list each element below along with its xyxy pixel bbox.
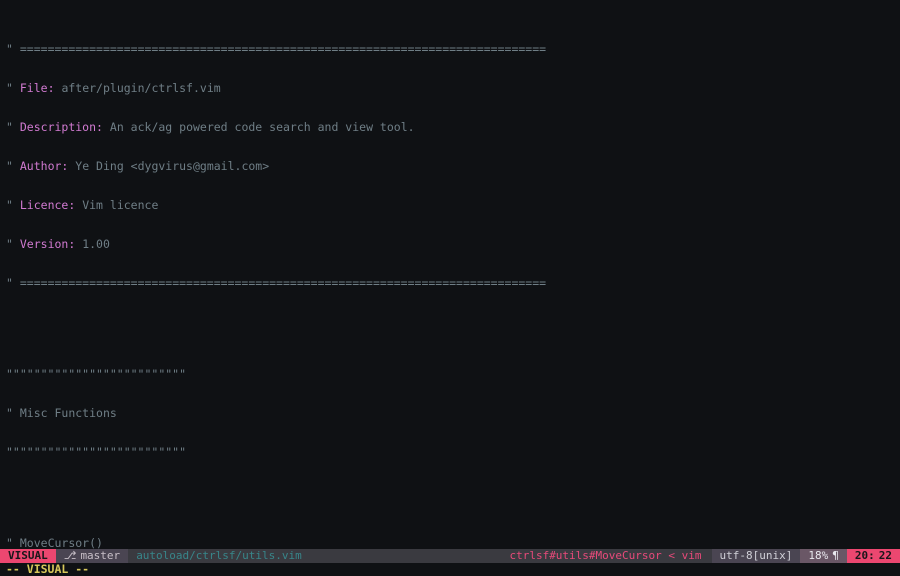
status-encoding: utf-8[unix] <box>712 549 801 563</box>
branch-icon: ⎇ <box>64 549 77 563</box>
section-rule-bottom: """""""""""""""""""""""""" <box>6 445 186 459</box>
vim-cmdline[interactable]: -- VISUAL -- <box>0 563 900 576</box>
code-area[interactable]: " ======================================… <box>6 4 900 546</box>
comment-quote: " <box>6 406 13 420</box>
section-rule-top: """""""""""""""""""""""""" <box>6 367 186 381</box>
comment-quote: " <box>6 536 13 550</box>
status-percent-value: 18% <box>808 549 828 563</box>
comment-quote: " <box>6 276 13 290</box>
status-branch: ⎇master <box>56 549 128 563</box>
header-licence-value: Vim licence <box>82 198 158 212</box>
comment-quote: " <box>6 237 13 251</box>
vim-statusline: VISUAL ⎇master autoload/ctrlsf/utils.vim… <box>0 549 900 563</box>
section-misc-title: Misc Functions <box>20 406 117 420</box>
status-col: 22 <box>875 549 892 563</box>
comment-quote: " <box>6 81 13 95</box>
status-funcnav: ctrlsf#utils#MoveCursor < vim <box>499 549 711 563</box>
header-desc-value: An ack/ag powered code search and view t… <box>110 120 415 134</box>
header-author-value: Ye Ding <dygvirus@gmail.com> <box>75 159 269 173</box>
header-desc-label: Description: <box>20 120 103 134</box>
comment-quote: " <box>6 42 13 56</box>
status-percent: 18%¶ <box>800 549 847 563</box>
header-version-label: Version: <box>20 237 75 251</box>
header-rule: ========================================… <box>20 42 546 56</box>
header-rule-bottom: ========================================… <box>20 276 546 290</box>
doc-movecursor-name: MoveCursor() <box>20 536 103 550</box>
header-file-value: after/plugin/ctrlsf.vim <box>61 81 220 95</box>
comment-quote: " <box>6 159 13 173</box>
vim-editor-viewport: " ======================================… <box>0 0 900 576</box>
status-branch-name: master <box>80 549 120 563</box>
comment-quote: " <box>6 198 13 212</box>
status-mode: VISUAL <box>0 549 56 563</box>
comment-quote: " <box>6 120 13 134</box>
header-version-value: 1.00 <box>82 237 110 251</box>
status-position: 20:22 <box>847 549 900 563</box>
header-licence-label: Licence: <box>20 198 75 212</box>
pilcrow-icon: ¶ <box>828 549 839 563</box>
status-line: 20 <box>855 549 868 563</box>
header-author-label: Author: <box>20 159 68 173</box>
status-file: autoload/ctrlsf/utils.vim <box>128 549 310 563</box>
header-file-label: File: <box>20 81 55 95</box>
